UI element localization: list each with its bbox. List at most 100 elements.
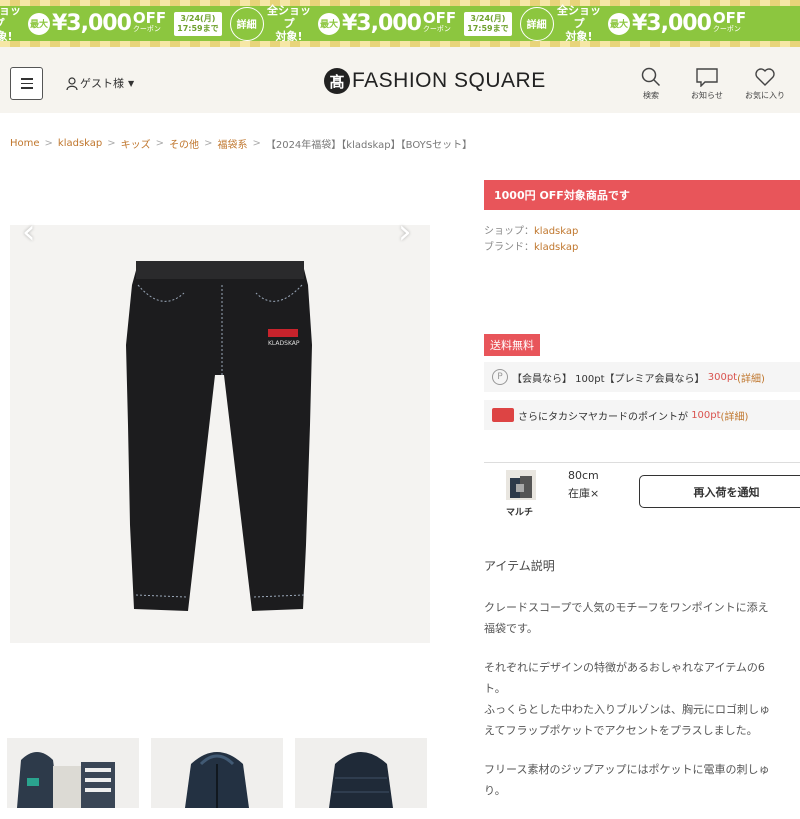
chevron-right-icon: > [107, 138, 116, 149]
user-icon [66, 76, 78, 90]
guest-account-button[interactable]: ゲスト様 ▼ [66, 75, 134, 91]
notice-label: お知らせ [691, 91, 723, 100]
size-label: 80cm [568, 469, 599, 482]
item-description: クレードスコープで人気のモチーフをワンポイントに添え 福袋です。 それぞれにデザイ… [484, 597, 800, 819]
thumbnail-image [17, 752, 115, 808]
chevron-right-icon: > [252, 138, 261, 149]
chevron-right-icon: › [398, 212, 412, 252]
notifications-button[interactable]: お知らせ [691, 67, 723, 101]
banner-max-badge: 最大 [28, 12, 50, 35]
color-name: マルチ [506, 508, 534, 518]
chevron-right-icon: > [155, 138, 165, 149]
promo-banner[interactable]: 全ショップ対象! 最大 ¥3,000 OFFクーポン 3/24(月)17:59ま… [0, 0, 800, 47]
breadcrumb-home[interactable]: Home [10, 138, 40, 149]
promo-banner-unit[interactable]: 全ショップ 対象! 最大 ¥3,000 OFF クーポン [552, 4, 747, 43]
search-label: 検索 [643, 91, 659, 100]
points-premium: 300pt [707, 371, 738, 383]
card-points-row: さらにタカシマヤカードのポイントが 100pt (詳細) [484, 400, 800, 430]
card-detail-link[interactable]: (詳細) [721, 408, 749, 423]
stock-status: 在庫× [568, 487, 600, 500]
favorites-button[interactable]: お気に入り [745, 67, 785, 101]
menu-line [20, 82, 33, 85]
points-detail-link[interactable]: (詳細) [737, 370, 765, 385]
chevron-left-icon: ‹ [22, 212, 36, 252]
color-swatch[interactable] [506, 470, 536, 500]
thumbnail-image [329, 752, 393, 808]
banner-off: OFF クーポン [712, 8, 747, 33]
breadcrumb-kids[interactable]: キッズ [121, 136, 151, 151]
breadcrumb-lucky-bag[interactable]: 福袋系 [217, 136, 247, 151]
image-brand-mark: KLADSKAP [268, 340, 300, 347]
gallery-thumbnail[interactable] [7, 738, 139, 808]
points-icon: P [492, 369, 508, 385]
desc-line: り。 [484, 784, 506, 797]
points-row: P 【会員なら】 100pt【プレミア会員なら】 300pt (詳細) [484, 362, 800, 392]
desc-line: ト。 [484, 682, 506, 695]
message-icon [696, 68, 718, 87]
banner-amount: ¥3,000 [52, 11, 132, 36]
shop-link[interactable]: kladskap [534, 226, 578, 237]
variant-row: マルチ 80cm 在庫× 再入荷を通知 [484, 463, 800, 521]
banner-off: OFF クーポン [422, 8, 457, 33]
free-shipping-badge: 送料無料 [484, 334, 540, 356]
breadcrumb-current: 【2024年福袋】【kladskap】【BOYSセット】 [265, 140, 473, 151]
gallery-prev-button[interactable]: ‹ [22, 212, 36, 252]
description-title: アイテム説明 [484, 559, 555, 573]
gallery-next-button[interactable]: › [398, 212, 412, 252]
card-points: 100pt [691, 409, 721, 421]
favorite-label: お気に入り [745, 91, 785, 100]
search-button[interactable]: 検索 [641, 67, 661, 101]
banner-date: 3/24(月) 17:59まで [174, 11, 222, 36]
off-campaign-badge[interactable]: 1000円 OFF対象商品です [484, 180, 800, 210]
gallery-thumbnail[interactable] [151, 738, 283, 808]
breadcrumb: Home > kladskap > キッズ > その他 > 福袋系 > 【2024年福袋】… [10, 136, 472, 151]
desc-line: ふっくらとした中わた入りブルゾンは、胸元にロゴ刺しゅ [484, 703, 770, 716]
shop-label: ショップ： [484, 226, 534, 237]
card-points-text: さらにタカシマヤカードのポイントが [518, 411, 688, 423]
banner-detail-button[interactable]: 詳細 [519, 6, 554, 41]
menu-line [20, 87, 33, 89]
site-header: ゲスト様 ▼ 髙 FASHION SQUARE 検索 お知らせ お気に入り [0, 47, 800, 113]
chevron-right-icon: > [204, 138, 213, 149]
banner-shop-text: 全ショップ対象! [0, 4, 21, 43]
banner-max-badge: 最大 [318, 12, 340, 35]
product-image: KLADSKAP [126, 261, 312, 611]
banner-detail-button[interactable]: 詳細 [229, 6, 264, 41]
menu-line [20, 78, 33, 80]
promo-banner-unit[interactable]: 全ショップ対象! 最大 ¥3,000 OFFクーポン 3/24(月)17:59ま… [0, 4, 264, 43]
brand-label: ブランド： [484, 242, 534, 253]
desc-line: えてフラップポケットでアクセントをプラスしました。 [484, 724, 758, 737]
product-image-gallery[interactable]: KLADSKAP [10, 225, 430, 643]
desc-line: フリース素材のジップアップにはポケットに電車の刺しゅ [484, 763, 770, 776]
logo-mark: 髙 [324, 68, 350, 94]
desc-line: それぞれにデザインの特徴があるおしゃれなアイテムの6 [484, 661, 765, 674]
chevron-right-icon: > [44, 138, 53, 149]
chevron-down-icon: ▼ [128, 78, 135, 88]
banner-shop-text: 全ショップ対象! [557, 4, 601, 43]
site-logo[interactable]: 髙 FASHION SQUARE [324, 68, 546, 94]
desc-line: クレードスコープで人気のモチーフをワンポイントに添え [484, 601, 769, 614]
brand-link[interactable]: kladskap [534, 242, 578, 253]
desc-line: 福袋です。 [484, 622, 538, 635]
points-text: 【会員なら】 100pt【プレミア会員なら】 [512, 373, 705, 385]
swatch-image [510, 476, 532, 498]
banner-date: 3/24(月) 17:59まで [464, 11, 512, 36]
guest-label: ゲスト様 [80, 77, 124, 90]
logo-text: FASHION SQUARE [352, 69, 546, 92]
hamburger-menu-button[interactable] [10, 67, 43, 100]
gallery-thumbnail[interactable] [295, 738, 427, 808]
restock-notify-button[interactable]: 再入荷を通知 [639, 475, 800, 508]
banner-off: OFF クーポン [132, 8, 167, 33]
banner-amount: ¥3,000 [342, 11, 422, 36]
banner-shop-text: 全ショップ対象! [267, 4, 311, 43]
product-info: 1000円 OFF対象商品です ショップ：kladskap ブランド：klads… [484, 180, 800, 797]
breadcrumb-other[interactable]: その他 [169, 136, 199, 151]
credit-card-icon [492, 408, 514, 422]
heart-icon [755, 68, 775, 86]
breadcrumb-shop[interactable]: kladskap [58, 138, 102, 149]
promo-banner-unit[interactable]: 全ショップ対象! 最大 ¥3,000 OFFクーポン 3/24(月)17:59ま… [262, 4, 554, 43]
thumbnail-image [185, 752, 249, 808]
banner-max-badge: 最大 [608, 12, 630, 35]
banner-amount: ¥3,000 [632, 11, 712, 36]
product-meta: ショップ：kladskap ブランド：kladskap [484, 224, 800, 256]
